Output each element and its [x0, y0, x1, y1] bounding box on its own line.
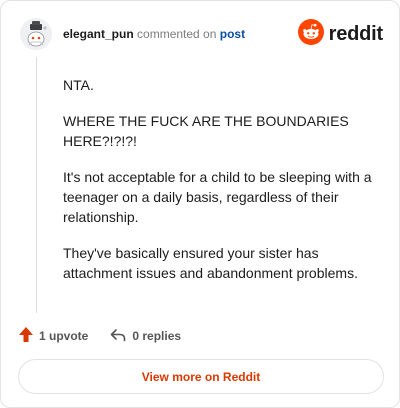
post-link[interactable]: post [220, 27, 245, 41]
commented-on-text: commented on [137, 27, 217, 41]
comment-body: NTA. WHERE THE FUCK ARE THE BOUNDARIES H… [63, 75, 381, 299]
comment-paragraph: It's not acceptable for a child to be sl… [63, 169, 372, 225]
comment-paragraph: WHERE THE FUCK ARE THE BOUNDARIES HERE?!… [63, 113, 349, 149]
upvote-count: 1 upvote [39, 329, 89, 343]
thread-line [36, 57, 37, 313]
username-link[interactable]: elegant_pun [63, 27, 134, 41]
comment-paragraph: They've basically ensured your sister ha… [63, 245, 358, 281]
reddit-brand[interactable]: reddit [297, 18, 384, 50]
comment-actions: 1 upvote 0 replies [19, 327, 181, 345]
replies-count: 0 replies [132, 329, 182, 343]
replies-button[interactable]: 0 replies [110, 328, 181, 345]
reply-arrow-icon [110, 328, 126, 345]
upvote-arrow-icon [19, 327, 33, 345]
view-more-label: View more on Reddit [141, 369, 261, 384]
reddit-wordmark: reddit [328, 22, 384, 45]
reddit-logo-icon [297, 18, 324, 50]
snoo-avatar-icon[interactable] [20, 18, 52, 50]
embed-card: elegant_pun commented on post reddit NTA… [0, 0, 400, 408]
upvote-button[interactable]: 1 upvote [19, 327, 88, 345]
comment-paragraph: NTA. [63, 77, 94, 93]
comment-header: elegant_pun commented on post [63, 26, 245, 42]
view-more-button[interactable]: View more on Reddit [18, 359, 384, 394]
